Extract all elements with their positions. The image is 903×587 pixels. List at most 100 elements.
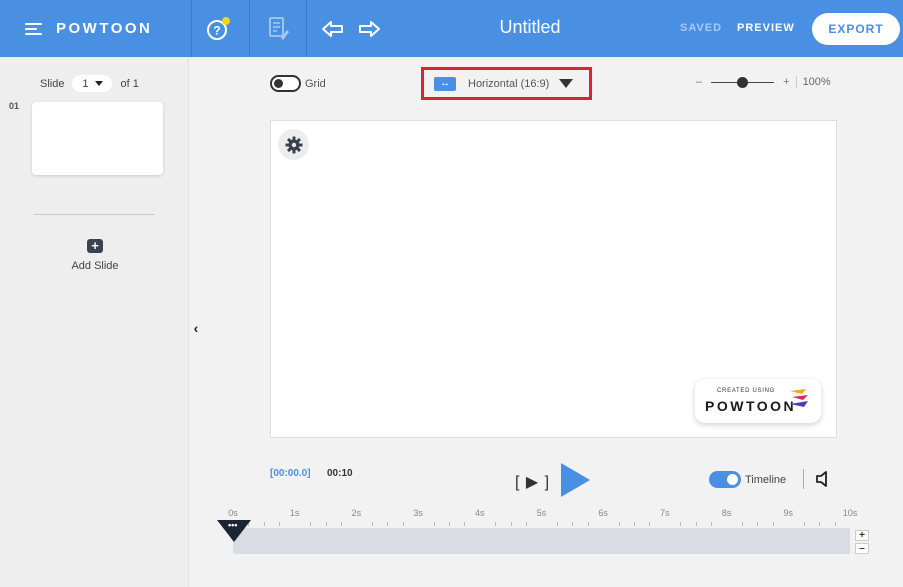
timeline-toggle[interactable]: Timeline <box>709 471 786 488</box>
tick-label: 0s <box>228 508 238 518</box>
tick-mark <box>649 522 651 526</box>
tick-label: 9s <box>783 508 794 518</box>
tick-mark <box>772 522 774 526</box>
tick-mark <box>834 522 836 526</box>
header-divider <box>249 0 250 57</box>
preview-button[interactable]: PREVIEW <box>737 22 795 34</box>
grid-label: Grid <box>305 77 326 90</box>
slide-count: of 1 <box>120 77 139 90</box>
zoom-value: 100% <box>795 76 831 88</box>
top-bar: POWTOON ? Untitled SAVED PREVIEW EXPORT <box>0 0 903 57</box>
aspect-ratio-dropdown[interactable]: ↔ Horizontal (16:9) <box>421 67 592 100</box>
slide-number: 01 <box>9 101 20 111</box>
slide-thumbnail[interactable] <box>32 102 163 175</box>
export-button[interactable]: EXPORT <box>812 13 900 45</box>
total-time: 00:10 <box>327 468 353 479</box>
chevron-down-icon <box>559 79 574 88</box>
tick-mark <box>279 522 281 526</box>
tick-mark <box>711 522 713 526</box>
add-slide-label: Add Slide <box>71 260 119 272</box>
tick-label: 7s <box>660 508 670 518</box>
timeline-label: Timeline <box>745 473 787 486</box>
tick-mark <box>510 522 512 526</box>
zoom-in-button[interactable]: + <box>783 76 789 88</box>
tick-mark <box>680 522 682 526</box>
timeline-track[interactable] <box>233 528 850 554</box>
chevron-down-icon <box>94 81 103 86</box>
redo-icon[interactable] <box>354 14 384 44</box>
tick-mark <box>572 522 574 526</box>
timeline-switch[interactable] <box>709 471 741 488</box>
aspect-ratio-value: Horizontal (16:9) <box>468 77 550 90</box>
tick-mark <box>819 522 821 526</box>
slide-label: Slide <box>40 77 65 90</box>
timeline-ruler: 0s 1s 2s 3s 4s 5s 6s 7s 8s 9s 10s <box>228 508 857 528</box>
tick-mark <box>371 522 373 526</box>
powtoon-mark-icon <box>790 389 808 407</box>
tick-mark <box>448 522 450 526</box>
zoom-control: – + 100% <box>696 76 831 88</box>
tick-mark <box>387 522 389 526</box>
tick-mark <box>634 522 636 526</box>
play-icon[interactable] <box>561 463 590 497</box>
collapse-panel-icon[interactable]: ‹ <box>189 316 203 340</box>
tick-label: 8s <box>721 508 732 518</box>
undo-icon[interactable] <box>318 14 348 44</box>
panel-divider <box>34 214 155 215</box>
zoom-slider-handle[interactable] <box>737 76 749 88</box>
badge-logo: POWTOON <box>705 398 797 414</box>
menu-icon[interactable] <box>25 22 42 35</box>
zoom-out-button[interactable]: – <box>696 76 702 88</box>
slide-canvas[interactable]: CREATED USING POWTOON <box>270 120 837 438</box>
current-time: [00:00.0] <box>270 468 311 479</box>
tick-label: 4s <box>475 508 485 518</box>
play-slide-button[interactable]: [ ▶ ] <box>515 472 550 492</box>
timeline-zoom-in-button[interactable]: + <box>855 530 869 541</box>
volume-icon[interactable] <box>814 470 832 488</box>
project-title[interactable]: Untitled <box>470 17 590 38</box>
tick-mark <box>433 522 435 526</box>
add-slide-button[interactable]: + Add Slide <box>60 239 130 272</box>
grid-toggle[interactable]: Grid <box>270 75 326 92</box>
tick-mark <box>618 522 620 526</box>
tick-mark <box>464 522 466 526</box>
tick-mark <box>263 522 265 526</box>
slides-panel: Slide 1 of 1 01 + Add Slide <box>0 57 189 587</box>
powtoon-logo: POWTOON <box>56 20 153 37</box>
zoom-slider[interactable] <box>711 76 775 88</box>
tick-mark <box>340 522 342 526</box>
tick-mark <box>556 522 558 526</box>
tick-mark <box>695 522 697 526</box>
tick-label: 10s <box>842 508 858 518</box>
logo-area: POWTOON <box>0 0 191 57</box>
resize-horizontal-icon: ↔ <box>434 76 456 91</box>
tick-mark <box>310 522 312 526</box>
playhead-handle[interactable]: ••• <box>228 521 237 530</box>
tick-label: 1s <box>289 508 300 518</box>
grid-switch[interactable] <box>270 75 301 92</box>
slide-select[interactable]: 1 <box>72 75 113 92</box>
tick-mark <box>757 522 759 526</box>
plus-icon: + <box>87 239 103 253</box>
notes-icon[interactable] <box>263 14 293 44</box>
tick-label: 2s <box>351 508 362 518</box>
tick-label: 5s <box>536 508 547 518</box>
saved-status: SAVED <box>680 22 723 34</box>
badge-caption: CREATED USING <box>717 388 775 394</box>
tick-label: 3s <box>413 508 423 518</box>
tick-mark <box>402 522 404 526</box>
tick-mark <box>742 522 744 526</box>
timeline-zoom-out-button[interactable]: – <box>855 543 869 554</box>
help-icon[interactable]: ? <box>203 14 233 44</box>
divider <box>803 469 804 489</box>
slide-navigator: Slide 1 of 1 <box>40 75 139 92</box>
header-divider <box>191 0 192 57</box>
tick-mark <box>325 522 327 526</box>
tick-mark <box>526 522 528 526</box>
header-divider <box>306 0 307 57</box>
current-slide-value: 1 <box>82 77 89 90</box>
svg-text:?: ? <box>213 24 220 38</box>
tick-label: 6s <box>598 508 608 518</box>
created-using-badge: CREATED USING POWTOON <box>695 379 821 423</box>
gear-icon[interactable] <box>278 129 309 160</box>
